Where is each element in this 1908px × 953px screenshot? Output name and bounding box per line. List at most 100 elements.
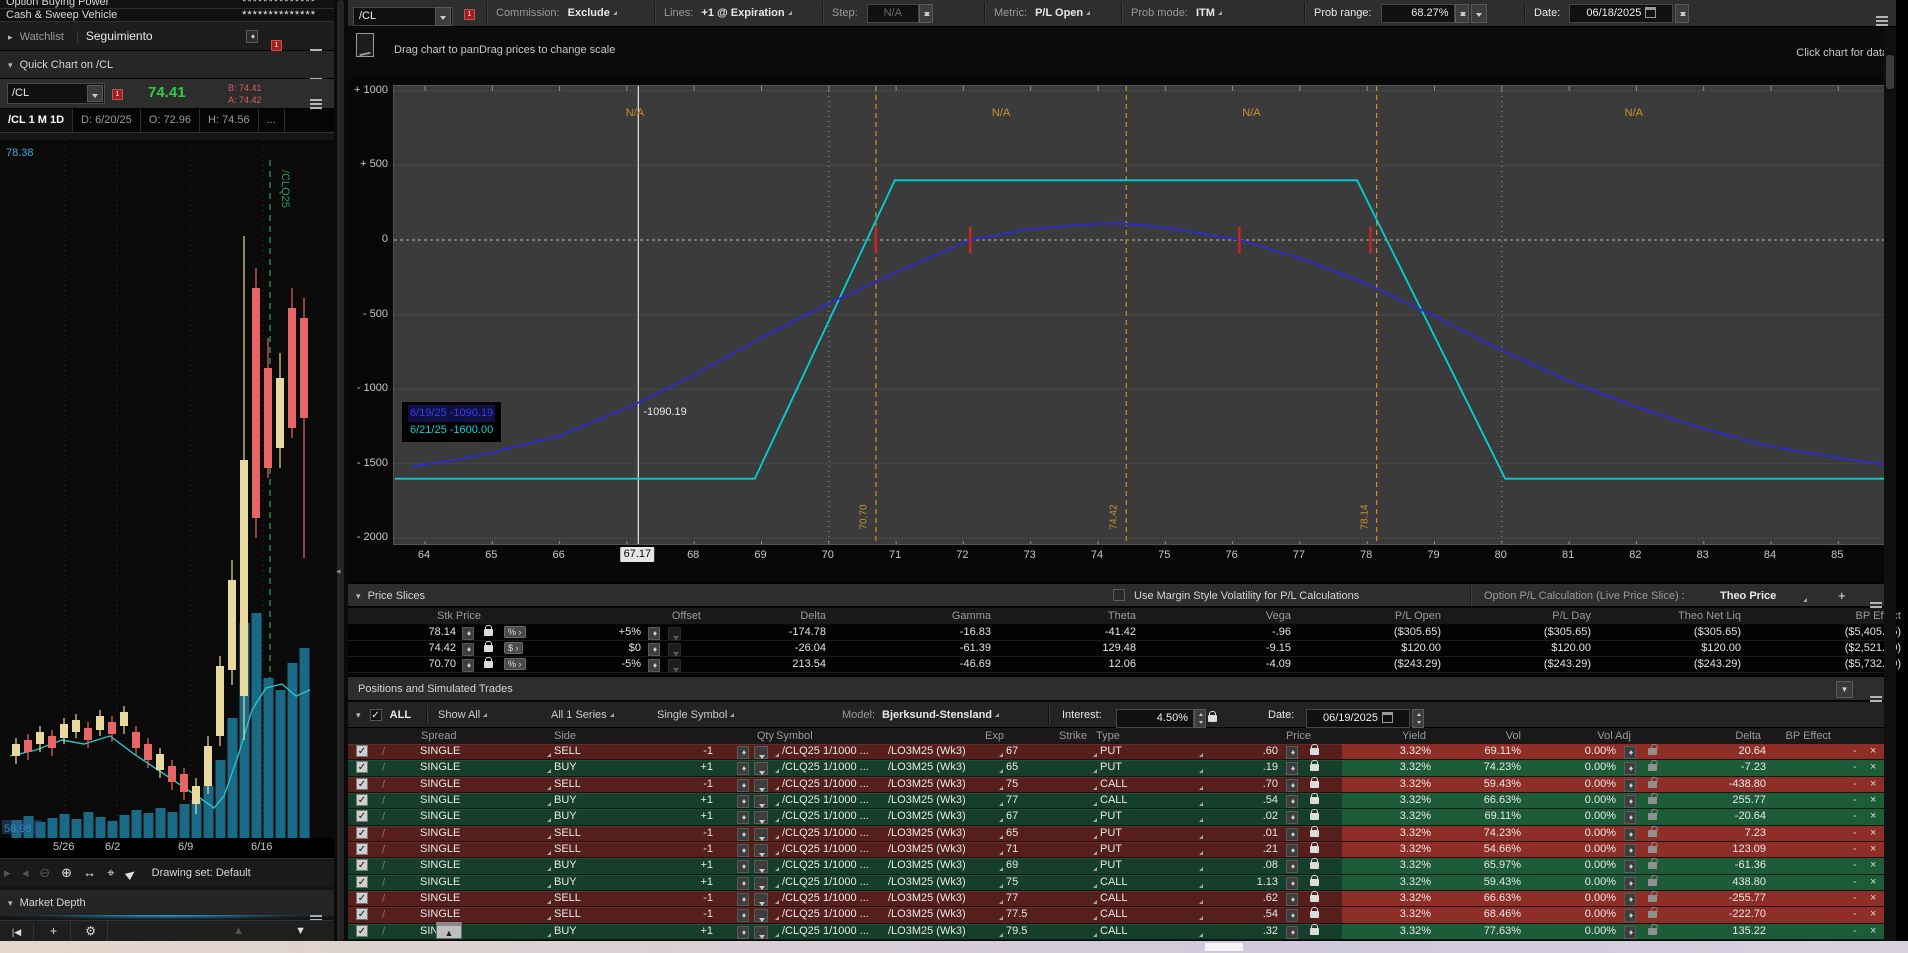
trade-row[interactable]: ✓/SINGLESELL-1/CLQ25 1/1000 .../LO3M25 (… [348, 777, 1896, 793]
trade-row[interactable]: ✓/SINGLESELL-1/CLQ25 1/1000 .../LO3M25 (… [348, 891, 1896, 907]
cell-qty[interactable]: -1 [658, 908, 713, 920]
cell-symbol[interactable]: /CLQ25 1/1000 ... [782, 745, 882, 757]
cell-price[interactable]: .54 [1203, 794, 1278, 806]
cell-vol-adj[interactable]: 0.00% [1541, 876, 1616, 888]
cell-symbol[interactable]: /CLQ25 1/1000 ... [782, 859, 882, 871]
pan-right-icon[interactable]: ▸ [22, 859, 29, 887]
step-stepper[interactable] [919, 4, 933, 23]
cell-qty[interactable]: -1 [658, 745, 713, 757]
column-header[interactable]: P/L Day [1481, 610, 1591, 622]
cell-exp[interactable]: /LO3M25 (Wk3) [888, 745, 966, 757]
cell-qty[interactable]: +1 [658, 761, 713, 773]
chart-link-icon[interactable]: / [382, 860, 385, 872]
scroll-up-icon[interactable]: ▲ [233, 921, 244, 941]
cell-strike[interactable]: 65 [1006, 761, 1018, 773]
slice-unit-toggle[interactable]: % › [504, 658, 526, 670]
cell-strike[interactable]: 71 [1006, 843, 1018, 855]
date-input[interactable]: 06/18/2025 [1569, 4, 1673, 23]
remove-row-icon[interactable]: × [1870, 778, 1876, 790]
cell-side[interactable]: SELL [554, 892, 581, 904]
chart-link-icon[interactable]: / [382, 795, 385, 807]
chevron-down-icon[interactable]: ▾ [8, 60, 13, 70]
margin-volatility-label[interactable]: Use Margin Style Volatility for P/L Calc… [1134, 584, 1359, 608]
cell-type[interactable]: PUT [1100, 827, 1122, 839]
chevron-down-icon[interactable] [87, 85, 103, 102]
trade-row[interactable]: ✓/SINGLESELL-1/CLQ25 1/1000 .../LO3M25 (… [348, 826, 1896, 842]
cell-vol-adj[interactable]: 0.00% [1541, 794, 1616, 806]
risk-profile-chart[interactable]: 6/19/25 -1090.196/21/25 -1600.00 N/AN/AN… [393, 85, 1890, 545]
cell-side[interactable]: BUY [554, 810, 577, 822]
trade-row[interactable]: ✓/SINGLESELL-1/CLQ25 1/1000 .../LO3M25 (… [348, 907, 1896, 923]
column-header[interactable]: Vol Adj [1556, 730, 1631, 742]
trade-row[interactable]: ✓/SINGLESELL-1/CLQ25 1/1000 .../LO3M25 (… [348, 744, 1896, 760]
cell-qty[interactable]: -1 [658, 827, 713, 839]
chart-link-icon[interactable]: / [382, 926, 385, 938]
column-header[interactable]: P/L Open [1331, 610, 1441, 622]
remove-row-icon[interactable]: × [1870, 908, 1876, 920]
chevron-down-icon[interactable] [435, 7, 451, 26]
prob-range-input[interactable]: 68.27% [1381, 4, 1455, 23]
cell-price[interactable]: .54 [1203, 908, 1278, 920]
prob-range-dropdown[interactable] [1471, 4, 1487, 23]
column-header[interactable]: Type [1096, 730, 1146, 742]
cell-type[interactable]: CALL [1100, 925, 1128, 937]
cell-exp[interactable]: /LO3M25 (Wk3) [888, 778, 966, 790]
row-checkbox[interactable]: ✓ [356, 876, 368, 888]
trade-row[interactable]: ✓/SINGLEBUY+1/CLQ25 1/1000 .../LO3M25 (W… [348, 760, 1896, 776]
cell-symbol[interactable]: /CLQ25 1/1000 ... [782, 843, 882, 855]
cell-qty[interactable]: -1 [658, 892, 713, 904]
column-header[interactable]: Price [1236, 730, 1311, 742]
cell-strike[interactable]: 77 [1006, 794, 1018, 806]
remove-row-icon[interactable]: × [1870, 843, 1876, 855]
cell-strike[interactable]: 75 [1006, 876, 1018, 888]
prob-range-stepper[interactable] [1455, 4, 1469, 23]
cell-side[interactable]: SELL [554, 843, 581, 855]
cell-type[interactable]: PUT [1100, 745, 1122, 757]
cell-symbol[interactable]: /CLQ25 1/1000 ... [782, 876, 882, 888]
cell-type[interactable]: CALL [1100, 892, 1128, 904]
cell-symbol[interactable]: /CLQ25 1/1000 ... [782, 794, 882, 806]
cell-exp[interactable]: /LO3M25 (Wk3) [888, 843, 966, 855]
cell-qty[interactable]: +1 [658, 876, 713, 888]
cell-exp[interactable]: /LO3M25 (Wk3) [888, 876, 966, 888]
cell-side[interactable]: BUY [554, 761, 577, 773]
cursor-icon[interactable] [124, 866, 139, 880]
cell-type[interactable]: PUT [1100, 761, 1122, 773]
lines-dropdown[interactable]: Lines: +1 @ Expiration [664, 0, 794, 26]
cell-qty[interactable]: +1 [658, 794, 713, 806]
remove-row-icon[interactable]: × [1870, 892, 1876, 904]
quick-chart-canvas[interactable]: 78.3858.98/CLQ25 [0, 140, 334, 838]
cell-price[interactable]: .21 [1203, 843, 1278, 855]
cell-side[interactable]: BUY [554, 859, 577, 871]
remove-row-icon[interactable]: × [1870, 859, 1876, 871]
margin-volatility-checkbox[interactable] [1113, 589, 1125, 601]
row-checkbox[interactable]: ✓ [356, 745, 368, 757]
cell-spread[interactable]: SINGLE [420, 827, 460, 839]
slice-price[interactable]: 74.42 [376, 642, 456, 654]
cell-exp[interactable]: /LO3M25 (Wk3) [888, 761, 966, 773]
cell-price[interactable]: .19 [1203, 761, 1278, 773]
cell-vol-adj[interactable]: 0.00% [1541, 892, 1616, 904]
cell-symbol[interactable]: /CLQ25 1/1000 ... [782, 925, 882, 937]
zoom-in-icon[interactable]: ⊕ [61, 859, 72, 887]
fit-width-icon[interactable]: ↔ [83, 859, 96, 887]
chevron-down-icon[interactable]: ▾ [356, 591, 361, 601]
cell-type[interactable]: PUT [1100, 859, 1122, 871]
vertical-scrollbar[interactable] [1884, 27, 1896, 941]
column-header[interactable]: Side [554, 730, 634, 742]
scrollbar-thumb[interactable] [1886, 55, 1894, 89]
cell-price[interactable]: .02 [1203, 810, 1278, 822]
cell-symbol[interactable]: /CLQ25 1/1000 ... [782, 892, 882, 904]
cell-vol-adj[interactable]: 0.00% [1541, 745, 1616, 757]
column-header[interactable]: Theo Net Liq [1606, 610, 1741, 622]
row-checkbox[interactable]: ✓ [356, 794, 368, 806]
metric-dropdown[interactable]: Metric: P/L Open [994, 0, 1092, 26]
cell-exp[interactable]: /LO3M25 (Wk3) [888, 925, 966, 937]
cell-spread[interactable]: SINGLE [420, 876, 460, 888]
cell-price[interactable]: .70 [1203, 778, 1278, 790]
trade-row[interactable]: ✓/SINGLEBUY+1/CLQ25 1/1000 .../LO3M25 (W… [348, 858, 1896, 874]
cell-vol-adj[interactable]: 0.00% [1541, 761, 1616, 773]
cell-vol-adj[interactable]: 0.00% [1541, 810, 1616, 822]
filter-show-all[interactable]: Show All [438, 702, 489, 728]
cell-qty[interactable]: +1 [658, 810, 713, 822]
